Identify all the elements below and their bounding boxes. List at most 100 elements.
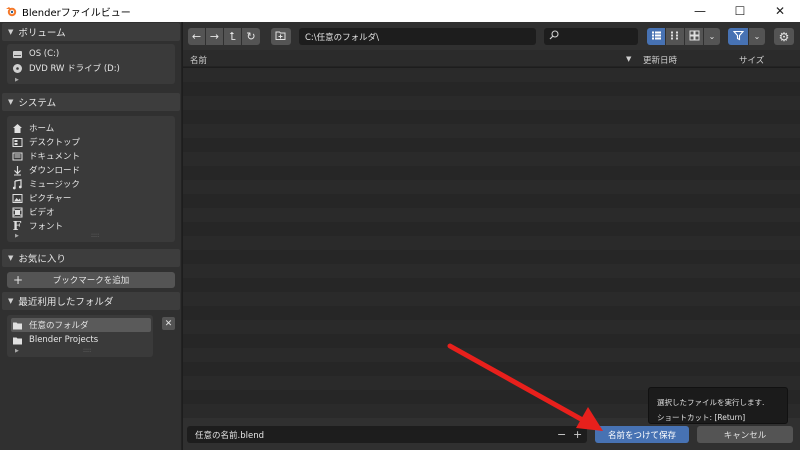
forward-button[interactable]: → bbox=[206, 28, 223, 45]
column-size[interactable]: サイズ bbox=[739, 54, 764, 66]
collapse-triangle-icon: ▼ bbox=[8, 98, 14, 106]
title-bar: Blenderファイルビュー — ☐ ✕ bbox=[0, 0, 800, 22]
system-item-videos[interactable]: ビデオ bbox=[11, 205, 55, 219]
tooltip: 選択したファイルを実行します. ショートカット: [Return] bbox=[648, 387, 788, 424]
filename-input[interactable]: 任意の名前.blend − + bbox=[187, 426, 587, 443]
sort-dropdown-icon[interactable]: ▼ bbox=[626, 55, 631, 63]
recent-label: 任意のフォルダ bbox=[29, 321, 89, 331]
volume-item-os[interactable]: OS (C:) bbox=[11, 47, 59, 61]
video-icon bbox=[11, 206, 23, 218]
font-icon: F bbox=[12, 219, 22, 233]
system-item-pictures[interactable]: ピクチャー bbox=[11, 191, 71, 205]
system-item-downloads[interactable]: ダウンロード bbox=[11, 163, 80, 177]
blender-logo-icon bbox=[0, 0, 22, 22]
refresh-button[interactable]: ↻ bbox=[242, 28, 260, 45]
horizontal-list-view-button[interactable] bbox=[666, 28, 684, 45]
system-label: デスクトップ bbox=[29, 138, 81, 148]
filter-settings-dropdown[interactable]: ⌄ bbox=[749, 28, 765, 45]
close-icon: ✕ bbox=[164, 318, 173, 329]
arrow-up-icon: ⮤ bbox=[229, 29, 236, 43]
panel-header-volumes[interactable]: ▼ ボリューム bbox=[2, 23, 180, 41]
thumbnail-view-button[interactable] bbox=[685, 28, 703, 45]
sidebar: ▼ ボリューム OS (C:) DVD RW ドライブ (D:) ▶ ▼ システ… bbox=[0, 22, 182, 450]
system-item-music[interactable]: ミュージック bbox=[11, 177, 80, 191]
display-settings-dropdown[interactable]: ⌄ bbox=[704, 28, 720, 45]
folder-icon bbox=[11, 334, 23, 346]
system-item-desktop[interactable]: デスクトップ bbox=[11, 135, 80, 149]
recent-item[interactable]: Blender Projects bbox=[11, 333, 98, 347]
folder-icon bbox=[11, 319, 23, 331]
volumes-list: OS (C:) DVD RW ドライブ (D:) ▶ bbox=[7, 44, 175, 84]
grid-view-icon bbox=[689, 30, 700, 44]
expand-triangle-icon[interactable]: ▶ bbox=[15, 233, 19, 239]
search-input[interactable] bbox=[544, 28, 638, 45]
filter-icon bbox=[732, 30, 744, 44]
picture-icon bbox=[11, 192, 23, 204]
disc-icon bbox=[11, 62, 23, 74]
expand-triangle-icon[interactable]: ▶ bbox=[15, 348, 19, 354]
system-item-home[interactable]: ホーム bbox=[11, 121, 54, 135]
system-label: ダウンロード bbox=[29, 166, 81, 176]
panel-title: システム bbox=[18, 98, 57, 109]
resize-grip-icon[interactable]: :::: bbox=[91, 232, 99, 239]
system-label: ビデオ bbox=[29, 208, 55, 218]
minimize-button[interactable]: — bbox=[680, 0, 720, 22]
decrement-filename-button[interactable]: − bbox=[557, 426, 566, 443]
desktop-icon bbox=[11, 136, 23, 148]
system-label: ピクチャー bbox=[29, 194, 72, 204]
system-label: ホーム bbox=[29, 124, 55, 134]
cancel-button[interactable]: キャンセル bbox=[697, 426, 793, 443]
chevron-down-icon: ⌄ bbox=[753, 32, 761, 41]
tooltip-description: 選択したファイルを実行します. bbox=[657, 398, 765, 407]
add-bookmark-label: ブックマークを追加 bbox=[52, 276, 130, 286]
file-list[interactable] bbox=[183, 68, 800, 418]
save-as-button[interactable]: 名前をつけて保存 bbox=[595, 426, 689, 443]
panel-header-favorites[interactable]: ▼ お気に入り bbox=[2, 249, 180, 267]
close-button[interactable]: ✕ bbox=[760, 0, 800, 22]
vertical-list-view-button[interactable] bbox=[647, 28, 665, 45]
list-view-icon bbox=[651, 30, 662, 44]
drive-icon bbox=[11, 48, 23, 60]
back-button[interactable]: ← bbox=[188, 28, 205, 45]
new-folder-button[interactable] bbox=[271, 28, 291, 45]
volume-item-dvd[interactable]: DVD RW ドライブ (D:) bbox=[11, 61, 120, 75]
volume-label: DVD RW ドライブ (D:) bbox=[29, 64, 120, 74]
download-icon bbox=[11, 164, 23, 176]
panel-header-system[interactable]: ▼ システム bbox=[2, 93, 180, 111]
music-icon bbox=[11, 178, 23, 190]
window-title: Blenderファイルビュー bbox=[22, 7, 131, 19]
increment-filename-button[interactable]: + bbox=[573, 426, 582, 443]
new-folder-icon bbox=[275, 30, 287, 44]
expand-triangle-icon[interactable]: ▶ bbox=[15, 77, 19, 83]
collapse-triangle-icon: ▼ bbox=[8, 28, 14, 36]
resize-grip-icon[interactable]: :::: bbox=[83, 347, 91, 354]
recent-label: Blender Projects bbox=[29, 335, 99, 345]
system-item-documents[interactable]: ドキュメント bbox=[11, 149, 80, 163]
column-name[interactable]: 名前 bbox=[190, 54, 207, 66]
remove-recent-button[interactable]: ✕ bbox=[162, 317, 175, 330]
columns-view-icon bbox=[670, 30, 681, 44]
recent-item-selected[interactable]: 任意のフォルダ bbox=[11, 318, 151, 332]
filter-toggle-button[interactable] bbox=[728, 28, 748, 45]
panel-header-recent[interactable]: ▼ 最近利用したフォルダ bbox=[2, 292, 180, 310]
recent-list: 任意のフォルダ Blender Projects ▶ :::: bbox=[7, 315, 153, 357]
collapse-triangle-icon: ▼ bbox=[8, 254, 14, 262]
panel-title: 最近利用したフォルダ bbox=[18, 297, 114, 308]
system-item-fonts[interactable]: F フォント bbox=[11, 219, 63, 233]
toolbar: ← → ⮤ ↻ C:\任意のフォルダ\ ⌄ ⌄ ⚙ bbox=[183, 22, 800, 50]
add-bookmark-button[interactable]: + ブックマークを追加 bbox=[7, 272, 175, 288]
arrow-right-icon: → bbox=[209, 30, 220, 43]
column-modified[interactable]: 更新日時 bbox=[643, 54, 677, 66]
home-icon bbox=[11, 122, 23, 134]
search-icon bbox=[549, 30, 559, 43]
directory-path-input[interactable]: C:\任意のフォルダ\ bbox=[299, 28, 536, 45]
filename-value: 任意の名前.blend bbox=[195, 430, 264, 441]
parent-directory-button[interactable]: ⮤ bbox=[224, 28, 241, 45]
tooltip-shortcut: ショートカット: [Return] bbox=[657, 413, 746, 422]
settings-button[interactable]: ⚙ bbox=[774, 28, 794, 45]
panel-title: ボリューム bbox=[18, 28, 66, 39]
maximize-button[interactable]: ☐ bbox=[720, 0, 760, 22]
volume-label: OS (C:) bbox=[29, 49, 60, 59]
system-label: ミュージック bbox=[29, 180, 80, 190]
arrow-left-icon: ← bbox=[191, 30, 202, 43]
